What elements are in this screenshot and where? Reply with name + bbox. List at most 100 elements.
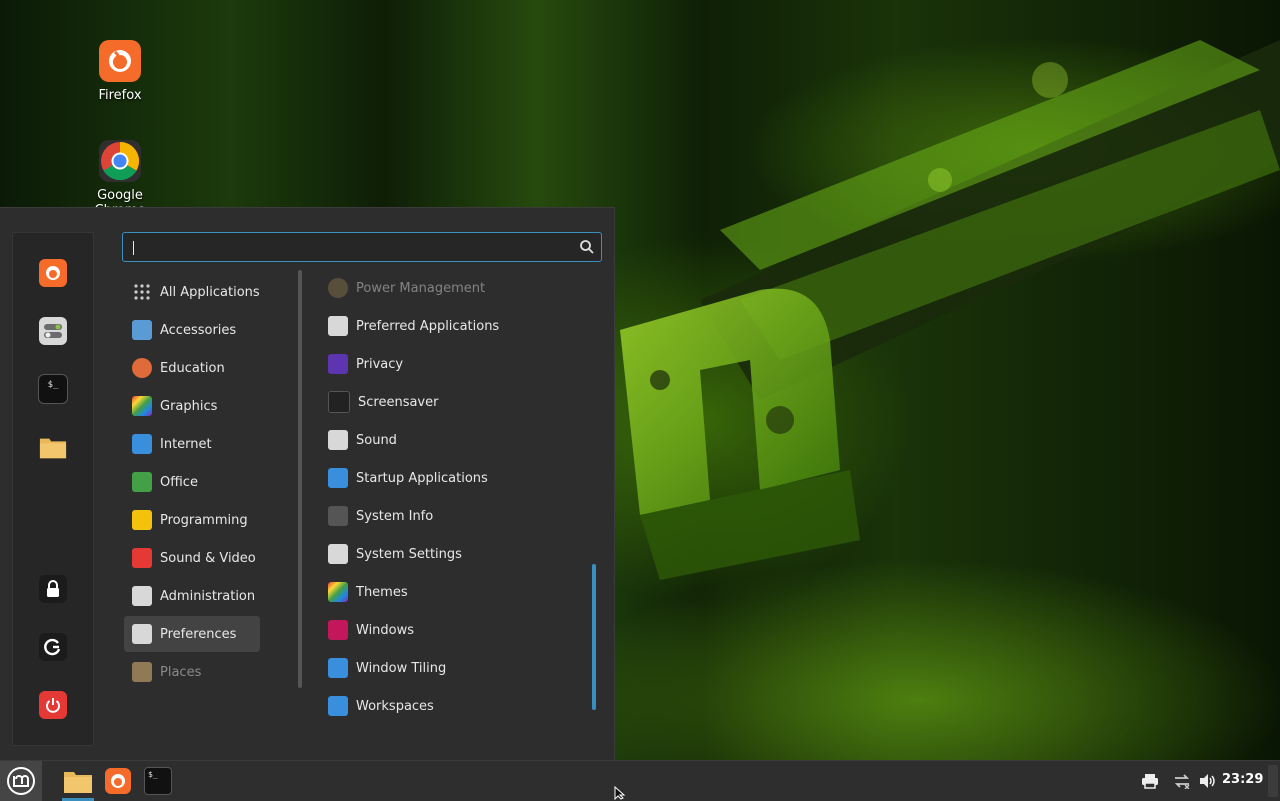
power-icon xyxy=(39,691,67,719)
category-sound-video[interactable]: Sound & Video xyxy=(124,540,260,576)
app-label: Startup Applications xyxy=(356,470,488,486)
grid-icon xyxy=(134,284,150,300)
category-places[interactable]: Places xyxy=(124,654,260,690)
category-internet[interactable]: Internet xyxy=(124,426,260,462)
category-all-applications[interactable]: All Applications xyxy=(124,274,260,310)
favorite-files[interactable] xyxy=(33,427,73,467)
mint-logo-icon xyxy=(7,767,35,795)
app-label: Screensaver xyxy=(358,394,439,410)
category-label: Internet xyxy=(160,436,212,452)
category-education[interactable]: Education xyxy=(124,350,260,386)
logout-icon xyxy=(39,633,67,661)
category-accessories[interactable]: Accessories xyxy=(124,312,260,348)
app-label: Power Management xyxy=(356,280,486,296)
category-list: All Applications Accessories Education G… xyxy=(122,270,292,714)
app-item[interactable]: Windows xyxy=(328,612,578,648)
category-label: Office xyxy=(160,474,198,490)
clock[interactable]: 23:29 xyxy=(1222,772,1263,787)
application-list: Power Management Preferred Applications … xyxy=(322,266,582,716)
search-icon[interactable] xyxy=(579,239,595,255)
category-label: Preferences xyxy=(160,626,237,642)
firefox-icon xyxy=(105,768,131,794)
windows-icon xyxy=(328,620,348,640)
mouse-cursor-icon xyxy=(614,786,626,800)
category-label: Programming xyxy=(160,512,248,528)
app-label: System Info xyxy=(356,508,434,524)
category-preferences[interactable]: Preferences xyxy=(124,616,260,652)
app-label: Workspaces xyxy=(356,698,434,714)
app-item[interactable]: Preferred Applications xyxy=(328,308,578,344)
app-item[interactable]: Screensaver xyxy=(328,384,578,420)
app-item[interactable]: Sound xyxy=(328,422,578,458)
play-icon xyxy=(132,548,152,568)
category-label: Accessories xyxy=(160,322,237,338)
firefox-icon xyxy=(39,259,67,287)
menu-search-box[interactable] xyxy=(122,232,602,262)
folder-icon xyxy=(39,433,67,461)
administration-icon xyxy=(132,586,152,606)
favorite-logout[interactable] xyxy=(33,627,73,667)
favorite-terminal[interactable]: $_ xyxy=(33,369,73,409)
education-icon xyxy=(132,358,152,378)
taskbar: $_ 23:29 xyxy=(0,760,1280,801)
category-label: All Applications xyxy=(160,284,260,300)
themes-icon xyxy=(328,582,348,602)
firefox-icon xyxy=(99,40,141,82)
app-label: System Settings xyxy=(356,546,462,562)
favorite-firefox[interactable] xyxy=(33,253,73,293)
category-scrollbar[interactable] xyxy=(298,270,302,688)
app-item[interactable]: System Settings xyxy=(328,536,578,572)
app-item[interactable]: Startup Applications xyxy=(328,460,578,496)
desktop-icon-firefox[interactable]: Firefox xyxy=(70,40,170,103)
folder-icon xyxy=(64,772,92,793)
app-item[interactable]: System Info xyxy=(328,498,578,534)
lock-icon xyxy=(39,575,67,603)
app-label: Themes xyxy=(356,584,408,600)
favorite-lock-screen[interactable] xyxy=(33,569,73,609)
office-icon xyxy=(132,472,152,492)
category-administration[interactable]: Administration xyxy=(124,578,260,614)
category-label: Graphics xyxy=(160,398,218,414)
app-label: Window Tiling xyxy=(356,660,447,676)
printer-icon[interactable] xyxy=(1140,771,1160,791)
category-label: Places xyxy=(160,664,202,680)
accessories-icon xyxy=(132,320,152,340)
panel-edge-handle xyxy=(1268,765,1278,797)
workspaces-icon xyxy=(328,696,348,716)
application-menu: $_ All Applications Accessories Educatio… xyxy=(0,207,615,760)
privacy-mask-icon xyxy=(328,354,348,374)
volume-icon[interactable] xyxy=(1198,771,1218,791)
app-item[interactable]: Workspaces xyxy=(328,688,578,716)
category-label: Administration xyxy=(160,588,256,604)
taskbar-terminal-launcher[interactable]: $_ xyxy=(138,761,178,801)
favorite-system-settings[interactable] xyxy=(33,311,73,351)
settings-toggle-icon xyxy=(328,544,348,564)
app-item[interactable]: Window Tiling xyxy=(328,650,578,686)
favorites-panel: $_ xyxy=(12,232,94,746)
category-office[interactable]: Office xyxy=(124,464,260,500)
search-input[interactable] xyxy=(131,236,575,260)
application-scrollbar[interactable] xyxy=(592,564,596,710)
app-label: Windows xyxy=(356,622,415,638)
app-item[interactable]: Power Management xyxy=(328,270,578,306)
app-label: Privacy xyxy=(356,356,404,372)
app-item[interactable]: Themes xyxy=(328,574,578,610)
network-icon[interactable] xyxy=(1172,771,1192,791)
startup-icon xyxy=(328,468,348,488)
taskbar-files-launcher[interactable] xyxy=(58,761,98,801)
taskbar-firefox-launcher[interactable] xyxy=(98,761,138,801)
settings-toggle-icon xyxy=(39,317,67,345)
moon-icon xyxy=(328,391,350,413)
menu-button[interactable] xyxy=(0,761,42,801)
graphics-icon xyxy=(132,396,152,416)
category-programming[interactable]: Programming xyxy=(124,502,260,538)
favorite-shutdown[interactable] xyxy=(33,685,73,725)
terminal-icon: $_ xyxy=(38,374,68,404)
category-graphics[interactable]: Graphics xyxy=(124,388,260,424)
app-item[interactable]: Privacy xyxy=(328,346,578,382)
terminal-icon: $_ xyxy=(144,767,172,795)
window-tiling-icon xyxy=(328,658,348,678)
app-label: Sound xyxy=(356,432,397,448)
chrome-icon xyxy=(99,140,141,182)
app-label: Preferred Applications xyxy=(356,318,500,334)
